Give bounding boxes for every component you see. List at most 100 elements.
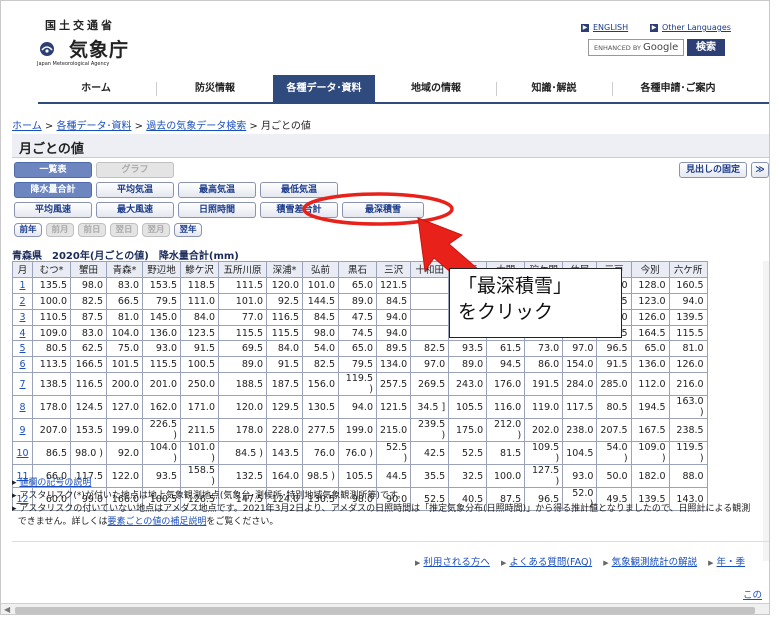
table-cell: 228.0 [266,418,303,443]
table-cell: 126.0 [668,356,708,374]
table-cell: 94.0 [668,292,708,310]
month-link[interactable]: 5 [12,340,33,358]
scroll-thumb[interactable] [15,607,755,614]
table-cell: 94.0 [375,308,412,326]
table-cell: 101.0 ) [180,441,219,466]
nav-regional[interactable]: 地域の情報 [378,75,494,103]
month-link[interactable]: 6 [12,356,33,374]
search-button[interactable]: 検索 [687,39,725,56]
footer-link-users[interactable]: 利用される方へ [423,557,490,568]
jma-logo-icon[interactable] [39,41,63,57]
element-min-temp[interactable]: 最低気温 [260,182,338,198]
english-link[interactable]: ▶ ENGLISH [581,23,628,32]
table-cell: 239.5 ) [410,418,450,443]
table-cell: 121.5 [375,276,412,294]
table-row: 5 80.5 62.5 75.0 93.0 91.5 69.5 84.0 54.0 65.0 89.… [12,340,708,358]
column-header-station: 五所川原 [218,261,267,278]
note-asterisk: アスタリスク(*)が付いた地点は地上気象観測地点(気象台･測候所･特別地域気象観… [19,491,407,501]
month-link[interactable]: 1 [12,276,33,294]
table-cell: 123.5 [180,324,219,342]
breadcrumb-home[interactable]: ホーム [12,121,42,132]
table-cell: 115.5 [668,324,708,342]
table-cell: 178.0 [218,418,267,443]
next-month-button: 翌月 [142,223,170,237]
element-mean-temp[interactable]: 平均気温 [96,182,174,198]
next-year-button[interactable]: 翌年 [174,223,202,237]
nav-disaster-info[interactable]: 防災情報 [158,75,272,103]
breadcrumb-separator: > [134,121,144,132]
table-cell: 89.0 [218,356,267,374]
scroll-left-icon[interactable]: ◀ [4,605,10,614]
table-cell: 113.5 [32,356,71,374]
breadcrumb-search[interactable]: 過去の気象データ検索 [146,121,246,132]
table-cell: 65.0 [338,276,377,294]
element-sunshine[interactable]: 日照時間 [178,202,256,218]
table-cell: 104.0 ) [142,441,181,466]
table-cell: 94.5 [486,356,526,374]
table-cell: 111.0 [180,292,219,310]
column-header-station: むつ* [32,261,71,278]
table-cell: 104.0 [106,324,143,342]
month-link[interactable]: 10 [12,441,33,466]
table-cell: 89.0 [448,356,488,374]
table-cell: 98.0 [302,324,339,342]
nav-home[interactable]: ホーム [38,75,154,103]
tab-table[interactable]: 一覧表 [14,162,92,178]
table-cell: 200.0 [106,372,143,397]
footer-link-season[interactable]: 年・季 [717,557,746,568]
footer-link-stats[interactable]: 気象観測統計の解説 [612,557,698,568]
extra-button[interactable]: ≫ [751,162,769,178]
symbol-explanation-link[interactable]: 値欄の記号の説明 [19,478,91,488]
nav-divider [496,82,497,96]
fixed-heading-button[interactable]: 見出しの固定 [679,162,747,178]
month-link[interactable]: 3 [12,308,33,326]
table-cell: 134.0 [375,356,412,374]
month-link[interactable]: 4 [12,324,33,342]
nav-knowledge[interactable]: 知識･解説 [498,75,610,103]
column-header-station: 野辺地 [142,261,181,278]
column-header-station: 鰺ケ沢 [180,261,219,278]
horizontal-scrollbar[interactable]: ◀ [1,603,769,614]
column-header-station: 黒石 [338,261,377,278]
arrow-square-icon: ▶ [650,23,658,32]
table-cell: 65.0 [338,340,377,358]
month-link[interactable]: 2 [12,292,33,310]
table-cell: 80.5 [32,340,71,358]
nav-applications[interactable]: 各種申請･ご案内 [614,75,742,103]
month-link[interactable]: 8 [12,395,33,420]
table-cell: 94.0 [375,324,412,342]
table-cell: 82.5 [410,340,450,358]
table-cell: 115.5 [142,356,181,374]
table-cell: 81.0 [668,340,708,358]
table-cell: 139.5 [668,308,708,326]
month-link[interactable]: 7 [12,372,33,397]
prev-year-button[interactable]: 前年 [14,223,42,237]
agency-name[interactable]: 気象庁 [69,35,129,62]
supplement-link[interactable]: 要素ごとの値の補足説明 [107,517,206,527]
element-max-wind[interactable]: 最大風速 [96,202,174,218]
table-row: 6 113.5 166.5 101.5 115.5 100.5 89.0 91.5 82.5 79… [12,356,708,374]
element-max-snow-depth[interactable]: 最深積雪 [342,202,424,218]
table-cell: 81.5 [486,441,526,466]
agency-name-en: Japan Meteorological Agency [37,61,110,67]
table-cell: 79.5 [338,356,377,374]
footer-link-faq[interactable]: よくある質問(FAQ) [509,557,592,568]
month-link[interactable]: 9 [12,418,33,443]
element-max-temp[interactable]: 最高気温 [178,182,256,198]
element-snowfall-total[interactable]: 積雪差合計 [260,202,338,218]
element-precipitation-total[interactable]: 降水量合計 [14,182,92,198]
nav-data[interactable]: 各種データ･資料 [273,75,375,103]
search-input[interactable]: ENHANCED BY Google [588,39,684,56]
other-languages-link[interactable]: ▶ Other Languages [650,23,731,32]
vertical-scrollbar[interactable] [763,261,769,561]
table-cell: 65.0 [630,340,670,358]
breadcrumb-data[interactable]: 各種データ･資料 [56,121,131,132]
table-cell: 105.5 [448,395,488,420]
nav-divider [612,82,613,96]
footer-more-link[interactable]: この [743,587,762,601]
table-cell: 212.0 ) [486,418,526,443]
column-header-station: 青森* [106,261,143,278]
table-cell: 226.5 ) [142,418,181,443]
element-mean-wind[interactable]: 平均風速 [14,202,92,218]
table-cell: 89.5 [375,340,412,358]
